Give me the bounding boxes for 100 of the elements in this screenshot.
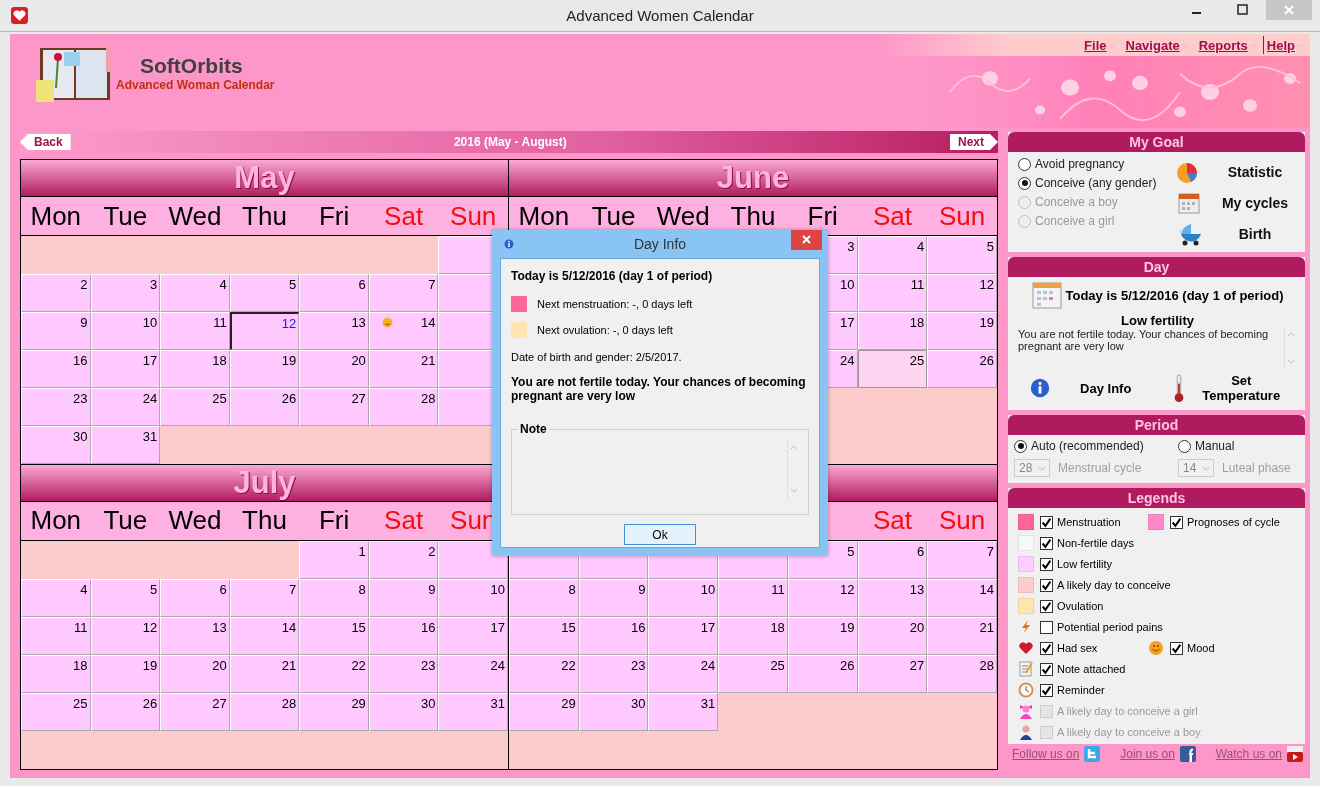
calendar-day[interactable]: 16 xyxy=(21,349,91,388)
menu-item[interactable]: Navigate xyxy=(1125,37,1180,53)
calendar-day[interactable]: 30 xyxy=(21,425,91,464)
calendar-day[interactable]: 15 xyxy=(299,616,369,655)
calendar-day[interactable]: 21 xyxy=(229,654,300,693)
calendar-day[interactable]: 26 xyxy=(90,692,161,731)
calendar-day[interactable]: 10 xyxy=(648,578,719,617)
calendar-day[interactable]: 24 xyxy=(438,654,508,693)
calendar-day[interactable]: 29 xyxy=(509,692,579,731)
calendar-day[interactable]: 28 xyxy=(368,387,439,426)
calendar-day[interactable]: 28 xyxy=(229,692,300,731)
calendar-day[interactable]: 18 xyxy=(21,654,91,693)
calendar-day[interactable]: 30 xyxy=(578,692,649,731)
radio-label[interactable]: Avoid pregnancy xyxy=(1035,157,1125,171)
calendar-day[interactable]: 7 xyxy=(927,540,997,579)
calendar-day[interactable]: 31 xyxy=(438,692,508,731)
calendar-day[interactable]: 1 xyxy=(299,540,369,579)
calendar-day[interactable]: 17 xyxy=(438,616,508,655)
radio-label[interactable]: Conceive (any gender) xyxy=(1035,176,1157,190)
calendar-day[interactable]: 29 xyxy=(299,692,369,731)
calendar-day[interactable]: 4 xyxy=(160,273,230,312)
calendar-day[interactable]: 26 xyxy=(787,654,858,693)
calendar-day[interactable]: 17 xyxy=(648,616,719,655)
calendar-day[interactable]: 6 xyxy=(857,540,928,579)
calendar-day[interactable]: 12 xyxy=(229,311,300,350)
radio-label[interactable]: Manual xyxy=(1195,439,1235,453)
calendar-day[interactable]: 10 xyxy=(90,311,161,350)
calendar-day[interactable]: 25 xyxy=(718,654,788,693)
calendar-day[interactable]: 5 xyxy=(229,273,300,312)
calendar-day[interactable]: 8 xyxy=(509,578,579,617)
menu-item[interactable]: Help xyxy=(1266,37,1295,53)
calendar-day[interactable]: 17 xyxy=(90,349,161,388)
calendar-day[interactable]: 9 xyxy=(21,311,91,350)
calendar-day[interactable]: 27 xyxy=(160,692,230,731)
radio-label[interactable]: Auto (recommended) xyxy=(1031,439,1144,453)
calendar-day[interactable]: 2 xyxy=(21,273,91,312)
calendar-day[interactable]: 30 xyxy=(368,692,439,731)
calendar-day[interactable]: 23 xyxy=(578,654,649,693)
calendar-day[interactable]: 3 xyxy=(90,273,161,312)
calendar-day[interactable]: 4 xyxy=(857,236,928,274)
calendar-day[interactable]: 16 xyxy=(578,616,649,655)
calendar-day[interactable]: 9 xyxy=(578,578,649,617)
calendar-day[interactable]: 6 xyxy=(160,578,230,617)
calendar-day[interactable]: 19 xyxy=(927,311,997,350)
action-label[interactable]: Statistic xyxy=(1205,163,1305,180)
calendar-day[interactable]: 13 xyxy=(857,578,928,617)
next-button[interactable]: Next xyxy=(950,134,998,150)
calendar-day[interactable]: 14 xyxy=(229,616,300,655)
calendar-day[interactable]: 18 xyxy=(718,616,788,655)
calendar-day[interactable]: 25 xyxy=(21,692,91,731)
calendar-day[interactable]: 31 xyxy=(648,692,719,731)
calendar-day[interactable]: 25 xyxy=(857,349,928,388)
calendar-day[interactable]: 12 xyxy=(927,273,997,312)
calendar-day[interactable]: 21 xyxy=(368,349,439,388)
calendar-day[interactable]: 23 xyxy=(21,387,91,426)
calendar-day[interactable]: 20 xyxy=(160,654,230,693)
back-button[interactable]: Back xyxy=(20,134,71,150)
calendar-day[interactable]: 11 xyxy=(718,578,788,617)
calendar-day[interactable]: 19 xyxy=(229,349,300,388)
calendar-day[interactable]: 7 xyxy=(229,578,300,617)
calendar-day[interactable]: 23 xyxy=(368,654,439,693)
calendar-day[interactable]: 2 xyxy=(368,540,439,579)
menu-item[interactable]: File xyxy=(1084,37,1107,53)
calendar-day[interactable]: 25 xyxy=(160,387,230,426)
calendar-day[interactable]: 19 xyxy=(90,654,161,693)
calendar-day[interactable]: 22 xyxy=(509,654,579,693)
action-label[interactable]: Day Info xyxy=(1060,380,1151,396)
menu-item[interactable]: Reports xyxy=(1198,37,1248,53)
calendar-day[interactable]: 7 xyxy=(368,273,439,312)
calendar-day[interactable]: 28 xyxy=(927,654,997,693)
calendar-day[interactable]: 13 xyxy=(299,311,369,350)
calendar-day[interactable]: 11 xyxy=(160,311,230,350)
calendar-day[interactable]: 13 xyxy=(160,616,230,655)
calendar-day[interactable]: 14 xyxy=(368,311,439,350)
calendar-day[interactable]: 12 xyxy=(90,616,161,655)
calendar-day[interactable]: 27 xyxy=(857,654,928,693)
calendar-day[interactable]: 11 xyxy=(857,273,928,312)
calendar-day[interactable]: 19 xyxy=(787,616,858,655)
calendar-day[interactable]: 18 xyxy=(160,349,230,388)
calendar-day[interactable]: 22 xyxy=(299,654,369,693)
calendar-day[interactable]: 16 xyxy=(368,616,439,655)
calendar-day[interactable]: 9 xyxy=(368,578,439,617)
calendar-day[interactable]: 5 xyxy=(90,578,161,617)
calendar-day[interactable]: 15 xyxy=(509,616,579,655)
calendar-day[interactable]: 26 xyxy=(927,349,997,388)
calendar-day[interactable]: 4 xyxy=(21,578,91,617)
ok-button[interactable]: Ok xyxy=(624,524,696,545)
calendar-day[interactable]: 18 xyxy=(857,311,928,350)
calendar-day[interactable]: 20 xyxy=(299,349,369,388)
calendar-day[interactable]: 26 xyxy=(229,387,300,426)
action-label[interactable]: Set Temperature xyxy=(1196,373,1287,403)
calendar-day[interactable]: 14 xyxy=(927,578,997,617)
action-label[interactable]: Birth xyxy=(1205,225,1305,242)
calendar-day[interactable]: 12 xyxy=(787,578,858,617)
calendar-day[interactable]: 31 xyxy=(90,425,161,464)
calendar-day[interactable]: 8 xyxy=(299,578,369,617)
calendar-day[interactable]: 11 xyxy=(21,616,91,655)
calendar-day[interactable]: 10 xyxy=(438,578,508,617)
calendar-day[interactable]: 24 xyxy=(648,654,719,693)
calendar-day[interactable]: 21 xyxy=(927,616,997,655)
